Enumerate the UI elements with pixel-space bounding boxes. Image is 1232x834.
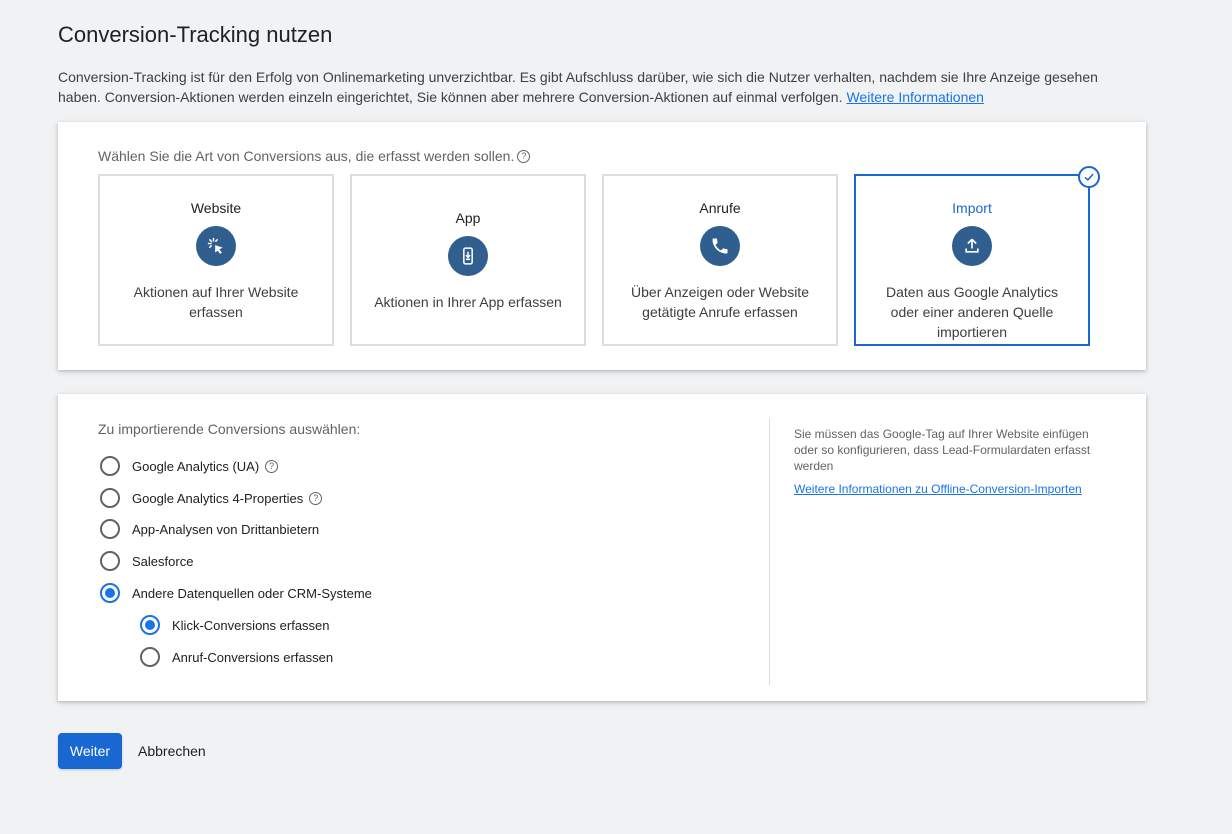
option-label: Klick-Conversions erfassen (172, 617, 330, 633)
option-salesforce[interactable]: Salesforce (100, 551, 193, 571)
radio-button-checked[interactable] (100, 583, 120, 603)
option-other-crm[interactable]: Andere Datenquellen oder CRM-Systeme (100, 583, 372, 603)
tile-description: Aktionen auf Ihrer Website erfassen (133, 284, 299, 320)
tile-app[interactable]: App Aktionen in Ihrer App erfassen (350, 174, 586, 346)
option-label: App-Analysen von Drittanbietern (132, 521, 320, 537)
tile-title: Website (190, 200, 242, 216)
tile-title: Import (952, 200, 992, 216)
page-title: Conversion-Tracking nutzen (58, 22, 333, 47)
tile-import[interactable]: Import Daten aus Google Analytics oder e… (854, 174, 1090, 346)
option-label: Anruf-Conversions erfassen (172, 649, 334, 665)
option-label: Google Analytics (UA) (132, 458, 260, 474)
help-icon[interactable]: ? (517, 149, 531, 163)
help-icon[interactable]: ? (265, 459, 279, 473)
option-label: Google Analytics 4-Properties (132, 490, 304, 506)
phone-call-icon (700, 226, 740, 266)
option-google-analytics-4[interactable]: Google Analytics 4-Properties ? (100, 488, 323, 508)
cancel-button[interactable]: Abbrechen (132, 733, 212, 769)
conversion-type-label-text: Wählen Sie die Art von Conversions aus, … (98, 148, 515, 164)
option-label: Andere Datenquellen oder CRM-Systeme (132, 585, 372, 601)
radio-button[interactable] (100, 488, 120, 508)
tile-description: Aktionen in Ihrer App erfassen (374, 294, 562, 310)
conversion-type-label: Wählen Sie die Art von Conversions aus, … (98, 148, 531, 164)
option-google-analytics-ua[interactable]: Google Analytics (UA) ? (100, 456, 279, 476)
option-third-party-app-analytics[interactable]: App-Analysen von Drittanbietern (100, 519, 319, 539)
vertical-divider (769, 418, 770, 685)
check-icon (1078, 166, 1100, 188)
option-label: Salesforce (132, 553, 194, 569)
radio-button[interactable] (100, 519, 120, 539)
suboption-click-conversions[interactable]: Klick-Conversions erfassen (140, 615, 330, 635)
tile-description: Über Anzeigen oder Website getätigte Anr… (631, 284, 809, 320)
radio-button[interactable] (100, 456, 120, 476)
phone-download-icon (448, 236, 488, 276)
next-button[interactable]: Weiter (58, 733, 122, 769)
tile-description: Daten aus Google Analytics oder einer an… (886, 284, 1058, 340)
intro-text: Conversion-Tracking ist für den Erfolg v… (58, 67, 1138, 107)
tile-calls[interactable]: Anrufe Über Anzeigen oder Website getäti… (602, 174, 838, 346)
tile-website[interactable]: Website Aktionen auf Ihrer Website erfas… (98, 174, 334, 346)
page: Conversion-Tracking nutzen Conversion-Tr… (0, 0, 1232, 834)
import-source-label: Zu importierende Conversions auswählen: (98, 421, 361, 437)
info-text: Sie müssen das Google-Tag auf Ihrer Webs… (794, 427, 1091, 473)
import-source-card: Zu importierende Conversions auswählen: … (58, 394, 1146, 701)
help-icon[interactable]: ? (309, 491, 323, 505)
cursor-click-icon (196, 226, 236, 266)
suboption-call-conversions[interactable]: Anruf-Conversions erfassen (140, 647, 333, 667)
radio-button[interactable] (100, 551, 120, 571)
upload-icon (952, 226, 992, 266)
radio-button-checked[interactable] (140, 615, 160, 635)
offline-import-info-link[interactable]: Weitere Informationen zu Offline-Convers… (794, 482, 1082, 496)
tile-title: Anrufe (699, 200, 741, 216)
radio-button[interactable] (140, 647, 160, 667)
more-info-link[interactable]: Weitere Informationen (846, 89, 983, 105)
tile-title: App (455, 210, 481, 226)
conversion-type-card: Wählen Sie die Art von Conversions aus, … (58, 122, 1146, 370)
